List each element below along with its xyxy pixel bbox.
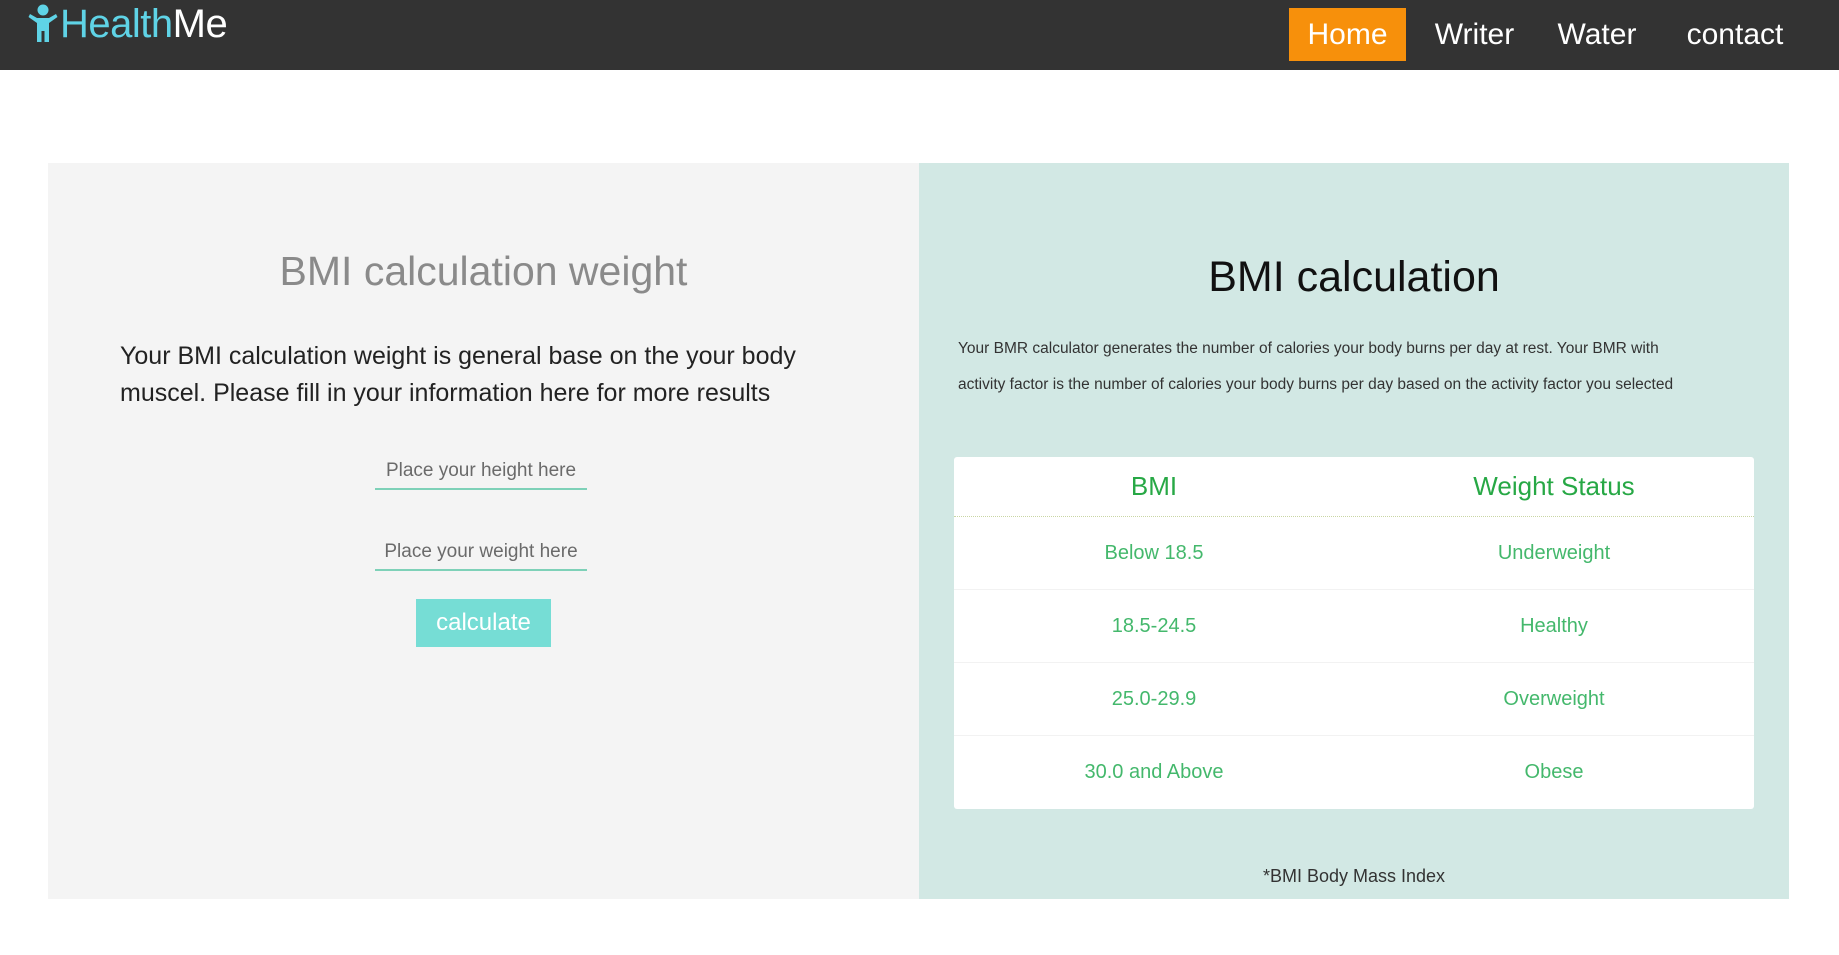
bmi-range-cell: 25.0-29.9 <box>1111 687 1197 710</box>
table-row: 18.5-24.5 Healthy <box>954 590 1754 663</box>
weight-input[interactable] <box>375 535 587 571</box>
bmi-form-panel: BMI calculation weight Your BMI calculat… <box>48 163 919 899</box>
table-header: BMI Weight Status <box>954 457 1754 517</box>
brand-logo[interactable]: Health Me <box>28 1 228 46</box>
info-title: BMI calculation <box>1208 253 1500 301</box>
form-description: Your BMI calculation weight is general b… <box>120 342 796 407</box>
bmi-range-cell: 18.5-24.5 <box>1111 614 1197 637</box>
nav-writer-link[interactable]: Writer <box>1425 8 1524 61</box>
table-row: 30.0 and Above Obese <box>954 736 1754 808</box>
form-title: BMI calculation weight <box>279 248 688 294</box>
column-header-bmi: BMI <box>1130 471 1178 501</box>
info-description: Your BMR calculator generates the number… <box>958 340 1674 393</box>
person-icon <box>28 4 58 42</box>
table-row: 25.0-29.9 Overweight <box>954 663 1754 736</box>
nav-contact-link[interactable]: contact <box>1672 8 1798 61</box>
weight-status-cell: Obese <box>1524 760 1584 783</box>
weight-status-cell: Overweight <box>1503 687 1605 710</box>
nav-water-link[interactable]: Water <box>1549 8 1645 61</box>
bmi-range-cell: 30.0 and Above <box>1084 760 1224 783</box>
navbar: Health Me Home Writer Water contact <box>0 0 1839 70</box>
table-row: Below 18.5 Underweight <box>954 517 1754 590</box>
bmi-range-cell: Below 18.5 <box>1104 541 1204 564</box>
bmi-info-panel: BMI calculation Your BMR calculator gene… <box>919 163 1789 899</box>
bmi-table: BMI Weight Status Below 18.5 Underweight… <box>954 457 1754 809</box>
weight-status-cell: Healthy <box>1520 614 1588 637</box>
footnote: *BMI Body Mass Index <box>1262 866 1446 886</box>
brand-name-health: Health <box>60 1 173 46</box>
calculate-button[interactable]: calculate <box>416 599 551 647</box>
weight-status-cell: Underweight <box>1497 541 1611 564</box>
nav-home-link[interactable]: Home <box>1289 8 1406 61</box>
brand-name-me: Me <box>172 1 228 46</box>
height-input[interactable] <box>375 454 587 490</box>
column-header-weight-status: Weight Status <box>1473 471 1635 501</box>
